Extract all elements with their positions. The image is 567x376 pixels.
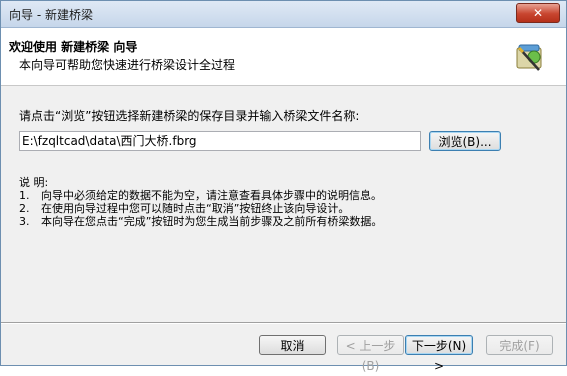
note-number: 3. [19, 215, 30, 228]
note-number: 2. [19, 202, 30, 215]
notes-heading: 说 明: [19, 176, 49, 189]
next-button[interactable]: 下一步(N) > [405, 335, 473, 373]
cancel-button[interactable]: 取消 [259, 335, 326, 355]
notes-section: 说 明: 1. 向导中必须给定的数据不能为空，请注意查看具体步骤中的说明信息。 … [19, 176, 382, 228]
header-subtitle: 本向导可帮助您快速进行桥梁设计全过程 [19, 58, 236, 72]
note-item: 3. 本向导在您点击“完成”按钮时为您生成当前步骤及之前所有桥梁数据。 [19, 215, 382, 228]
header-title: 欢迎使用 新建桥梁 向导 [9, 40, 138, 54]
note-item: 2. 在使用向导过程中您可以随时点击“取消”按钮终止该向导设计。 [19, 202, 382, 215]
instruction-text: 请点击“浏览”按钮选择新建桥梁的保存目录并输入桥梁文件名称: [19, 109, 360, 123]
window-title: 向导 - 新建桥梁 [9, 8, 93, 22]
wizard-icon [516, 44, 542, 71]
note-text: 向导中必须给定的数据不能为空，请注意查看具体步骤中的说明信息。 [41, 189, 382, 202]
note-item: 1. 向导中必须给定的数据不能为空，请注意查看具体步骤中的说明信息。 [19, 189, 382, 202]
close-button[interactable]: ✕ [516, 3, 560, 23]
footer-divider [1, 322, 566, 324]
note-number: 1. [19, 189, 30, 202]
wizard-window: 向导 - 新建桥梁 ✕ 欢迎使用 新建桥梁 向导 本向导可帮助您快速进行桥梁设计… [0, 0, 567, 373]
finish-button[interactable]: 完成(F) [486, 335, 553, 355]
file-path-input[interactable] [19, 131, 421, 151]
browse-button[interactable]: 浏览(B)... [429, 131, 501, 151]
wizard-header: 欢迎使用 新建桥梁 向导 本向导可帮助您快速进行桥梁设计全过程 [1, 28, 566, 86]
back-button[interactable]: < 上一步(B) [337, 335, 404, 373]
note-text: 在使用向导过程中您可以随时点击“取消”按钮终止该向导设计。 [41, 202, 350, 215]
title-bar: 向导 - 新建桥梁 ✕ [1, 1, 566, 28]
note-text: 本向导在您点击“完成”按钮时为您生成当前步骤及之前所有桥梁数据。 [41, 215, 383, 228]
